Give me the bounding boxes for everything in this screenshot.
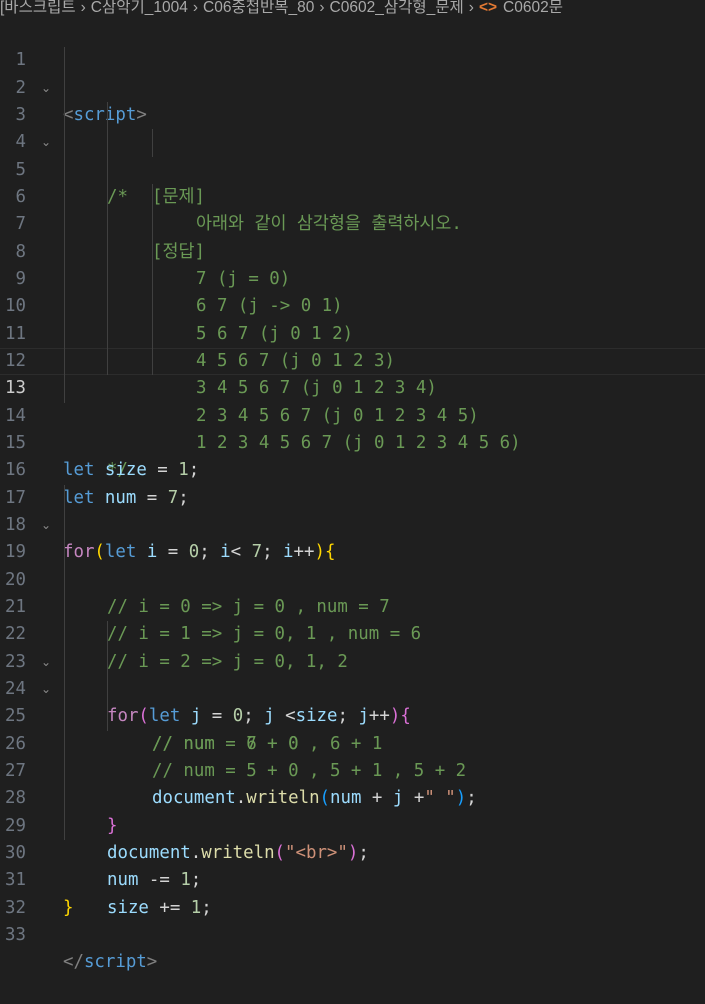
code-line: 24 // num = 6 + 0 , 6 + 1	[0, 648, 705, 754]
code-line: 32	[0, 867, 705, 918]
code-line: 33 </script>	[0, 895, 705, 972]
code-editor[interactable]: 1 ⌄ <script> 2 3 ⌄ /* 4 [문제] 5 아래와 같이 삼각…	[0, 20, 705, 972]
code-line: 25 // num = 5 + 0 , 5 + 1 , 5 + 2	[0, 675, 705, 781]
breadcrumb-item[interactable]: C삼악기_1004	[91, 0, 188, 15]
chevron-right-icon: ›	[192, 0, 199, 16]
code-line: 18	[0, 484, 705, 535]
code-line: 17 ⌄ for(let i = 0; i< 7; i++){	[0, 457, 705, 563]
code-line: 21 // i = 2 => j = 0, 1, 2	[0, 566, 705, 672]
code-line: 14 */	[0, 375, 705, 480]
code-line: 12 2 3 4 5 6 7 (j 0 1 2 3 4 5)	[0, 320, 705, 426]
chevron-right-icon: ›	[80, 0, 86, 16]
html-file-icon: <>	[478, 0, 498, 16]
code-line: 22 ⌄ for(let j = 0; j <size; j++){	[0, 593, 705, 726]
code-line: 30 size += 1;	[0, 812, 705, 918]
code-line: 4 [문제]	[0, 101, 705, 207]
code-line: 31 }	[0, 840, 705, 917]
code-line: 19 // i = 0 => j = 0 , num = 7	[0, 511, 705, 617]
code-line: 11 3 4 5 6 7 (j 0 1 2 3 4)	[0, 293, 705, 398]
tag-name: script	[83, 952, 147, 973]
code-line: 16 let num = 7;	[0, 430, 705, 507]
breadcrumb-item[interactable]: C0602_삼각형_문제	[330, 0, 464, 15]
breadcrumb: [바스크립트 › C삼악기_1004 › C06중첩반복_80 › C0602_삼각형_문제…	[0, 0, 705, 19]
code-line: 1 ⌄ <script>	[0, 20, 705, 125]
code-line: 6 [정답]	[0, 156, 705, 262]
code-line: 23 ⌄ // num = 7 + 0	[0, 621, 705, 754]
code-line: 7 7 (j = 0)	[0, 183, 705, 289]
breadcrumb-current-file[interactable]: C0602문	[503, 0, 563, 15]
tag-close: >	[146, 952, 158, 973]
code-line: 26 document.writeln(num + j +" ");	[0, 703, 705, 808]
breadcrumb-item[interactable]: C06중첩반복_80	[203, 0, 314, 15]
code-line: 10 4 5 6 7 (j 0 1 2 3)	[0, 265, 705, 371]
code-line: 9 5 6 7 (j 0 1 2)	[0, 238, 705, 344]
code-line: 5 아래와 같이 삼각형을 출력하시오.	[0, 129, 705, 234]
tag-open: </	[63, 952, 84, 973]
code-line: 27 }	[0, 730, 705, 836]
code-line-current: 13 1 2 3 4 5 6 7 (j 0 1 2 3 4 5 6)	[0, 347, 705, 453]
chevron-right-icon: ›	[319, 0, 325, 16]
code-line: 8 6 7 (j -> 0 1)	[0, 211, 705, 316]
code-line: 29 num -= 1;	[0, 785, 705, 890]
code-line: 15 let size = 1;	[0, 403, 705, 480]
code-line: 28 document.writeln("<br>");	[0, 757, 705, 863]
code-line: 2	[0, 47, 705, 98]
code-line: 20 // i = 1 => j = 0, 1 , num = 6	[0, 539, 705, 644]
chevron-right-icon: ›	[468, 0, 474, 16]
code-line: 3 ⌄ /*	[0, 74, 705, 207]
breadcrumb-item[interactable]: [바스크립트	[0, 0, 76, 15]
line-number: 33	[5, 924, 26, 945]
